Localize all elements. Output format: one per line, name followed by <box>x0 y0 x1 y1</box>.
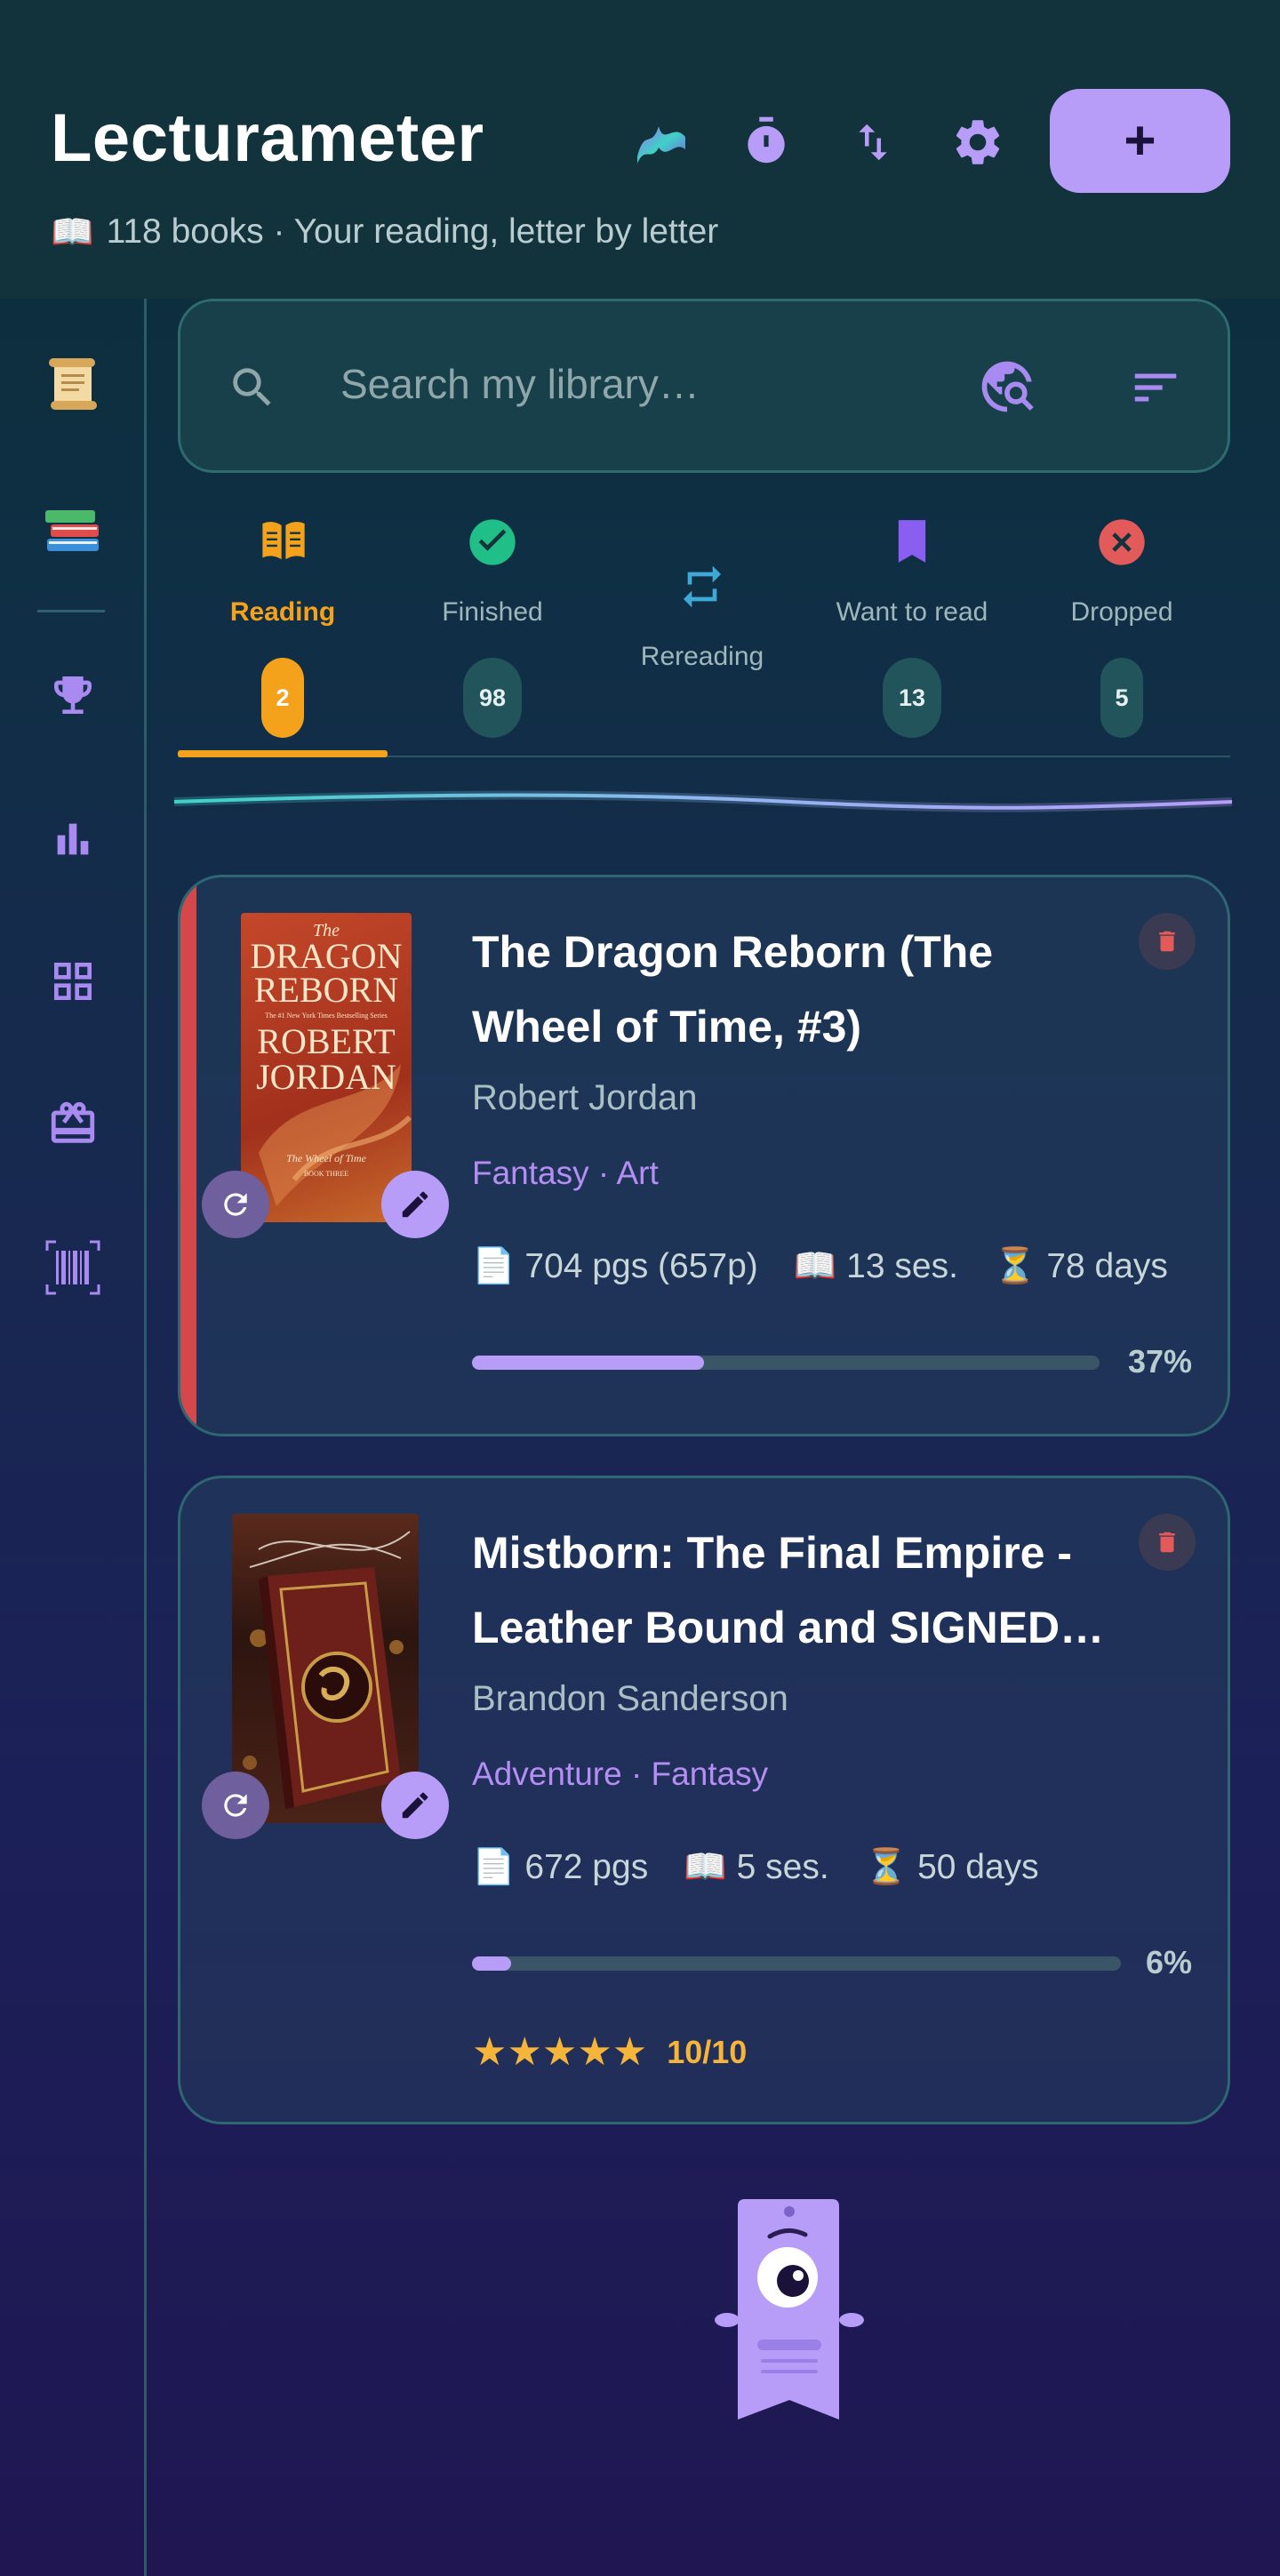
pencil-icon <box>402 1792 428 1819</box>
cover-text: BOOK THREE <box>304 1170 348 1178</box>
cover-text: REBORN <box>254 970 398 1010</box>
check-circle-icon <box>468 517 517 572</box>
book-title: The Dragon Reborn (The Wheel of Time, #3… <box>472 927 994 1052</box>
barcode-icon[interactable] <box>37 1232 108 1303</box>
book-stats: 📄 704 pgs (657p) 📖 13 ses. ⏳ 78 days <box>472 1245 1168 1286</box>
bar-chart-icon[interactable] <box>37 804 108 875</box>
trophy-icon[interactable] <box>37 660 108 731</box>
book-cover[interactable] <box>232 1514 419 1823</box>
hourglass-icon: ⏳ <box>993 1247 1037 1285</box>
sessions-stat: 📖 5 ses. <box>684 1848 829 1886</box>
tab-dropped-label: Dropped <box>1070 597 1173 627</box>
tab-want-to-read[interactable]: Want to read 13 <box>807 498 1017 757</box>
delete-button[interactable] <box>1139 913 1196 970</box>
tab-finished-label: Finished <box>442 597 543 627</box>
aurora-icon[interactable] <box>627 107 698 178</box>
bookmark-mascot <box>711 2196 871 2431</box>
gift-icon[interactable] <box>37 1088 108 1159</box>
tab-reading-label: Reading <box>229 597 336 627</box>
edit-button[interactable] <box>381 1772 449 1839</box>
status-tabs: Reading 2 Finished 98 Rereading Want to … <box>178 498 1230 757</box>
book-cover[interactable]: The DRAGON REBORN The #1 New York Times … <box>241 913 412 1222</box>
refresh-icon <box>224 1794 247 1817</box>
library-summary: 📖 118 books · Your reading, letter by le… <box>51 212 718 252</box>
bookmark-icon <box>889 516 935 572</box>
scroll-icon[interactable] <box>37 347 108 418</box>
tab-want-to-read-label: Want to read <box>836 597 988 627</box>
hourglass-icon: ⏳ <box>864 1848 908 1886</box>
cover-text: ROBERT <box>257 1021 395 1061</box>
tab-reading[interactable]: Reading 2 <box>178 498 388 757</box>
tab-rereading-label: Rereading <box>640 642 764 671</box>
timer-icon[interactable] <box>731 107 802 178</box>
active-tab-indicator <box>178 750 388 757</box>
pencil-icon <box>402 1191 428 1218</box>
edit-button[interactable] <box>381 1171 449 1238</box>
reread-button[interactable] <box>202 1171 269 1238</box>
open-book-icon: 📖 <box>51 213 94 252</box>
tab-want-to-read-count: 13 <box>883 658 941 738</box>
tab-rereading[interactable]: Rereading <box>597 498 807 757</box>
book-genres: Adventure · Fantasy <box>472 1756 769 1792</box>
book-genres: Fantasy · Art <box>472 1155 659 1191</box>
book-open-icon <box>258 517 309 568</box>
delete-button[interactable] <box>1139 1514 1196 1571</box>
sessions-stat: 📖 13 ses. <box>793 1247 958 1285</box>
days-stat: ⏳ 50 days <box>864 1848 1039 1886</box>
search-placeholder: Search my library… <box>340 361 700 407</box>
progress-bar <box>472 1356 1100 1370</box>
cancel-icon <box>1097 517 1147 572</box>
add-book-button[interactable]: + <box>1050 89 1230 193</box>
decorative-wave <box>173 790 1233 812</box>
cover-text: The #1 New York Times Bestselling Series <box>265 1012 388 1020</box>
grid-icon[interactable] <box>37 946 108 1017</box>
open-book-icon: 📖 <box>793 1247 837 1285</box>
trash-icon <box>1159 931 1175 952</box>
book-card[interactable]: The DRAGON REBORN The #1 New York Times … <box>178 875 1230 1436</box>
progress-fill <box>472 1356 705 1370</box>
refresh-icon <box>224 1193 247 1216</box>
days-stat: ⏳ 78 days <box>993 1247 1168 1285</box>
sidebar-separator <box>37 610 105 612</box>
cover-text: The Wheel of Time <box>286 1152 366 1164</box>
tab-reading-count: 2 <box>261 658 304 738</box>
book-title: Mistborn: The Final Empire - Leather Bou… <box>472 1528 1105 1652</box>
cover-text: JORDAN <box>256 1057 396 1097</box>
books-icon[interactable] <box>37 494 108 565</box>
tab-finished-count: 98 <box>463 658 522 738</box>
library-summary-text: 118 books · Your reading, letter by lett… <box>106 212 719 251</box>
page-icon: 📄 <box>472 1247 516 1285</box>
open-book-icon: 📖 <box>684 1848 727 1886</box>
book-card[interactable]: Mistborn: The Final Empire - Leather Bou… <box>178 1476 1230 2124</box>
progress-bar <box>472 1956 1121 1971</box>
app-title: Lecturameter <box>51 100 484 176</box>
sidebar-divider <box>144 299 147 2576</box>
rating-value: 10/10 <box>667 2033 748 2070</box>
book-author: Brandon Sanderson <box>472 1679 788 1718</box>
reread-button[interactable] <box>202 1772 269 1839</box>
rating: ★★★★★ 10/10 <box>472 2029 747 2075</box>
star-icons: ★★★★★ <box>472 2030 648 2074</box>
pages-stat: 📄 704 pgs (657p) <box>472 1247 758 1285</box>
search-icon <box>227 362 278 418</box>
pages-stat: 📄 672 pgs <box>472 1848 649 1886</box>
progress-percent: 6% <box>1145 1944 1192 1980</box>
swap-vertical-icon[interactable] <box>837 107 908 178</box>
progress-fill <box>472 1956 511 1971</box>
tab-finished[interactable]: Finished 98 <box>388 498 597 757</box>
status-stripe <box>180 877 196 1434</box>
app-header: Lecturameter + 📖 118 books · Your readin… <box>0 0 1280 299</box>
search-bar[interactable]: Search my library… <box>178 299 1230 473</box>
page-icon: 📄 <box>472 1848 516 1886</box>
progress-percent: 37% <box>1127 1343 1192 1380</box>
travel-explore-icon[interactable] <box>977 356 1037 421</box>
repeat-icon <box>677 562 727 616</box>
tab-dropped-count: 5 <box>1100 658 1143 738</box>
book-stats: 📄 672 pgs 📖 5 ses. ⏳ 50 days <box>472 1846 1039 1887</box>
sort-icon[interactable] <box>1128 360 1183 420</box>
tab-dropped[interactable]: Dropped 5 <box>1017 498 1227 757</box>
trash-icon <box>1159 1532 1175 1553</box>
book-author: Robert Jordan <box>472 1078 698 1117</box>
gear-icon[interactable] <box>942 107 1013 178</box>
